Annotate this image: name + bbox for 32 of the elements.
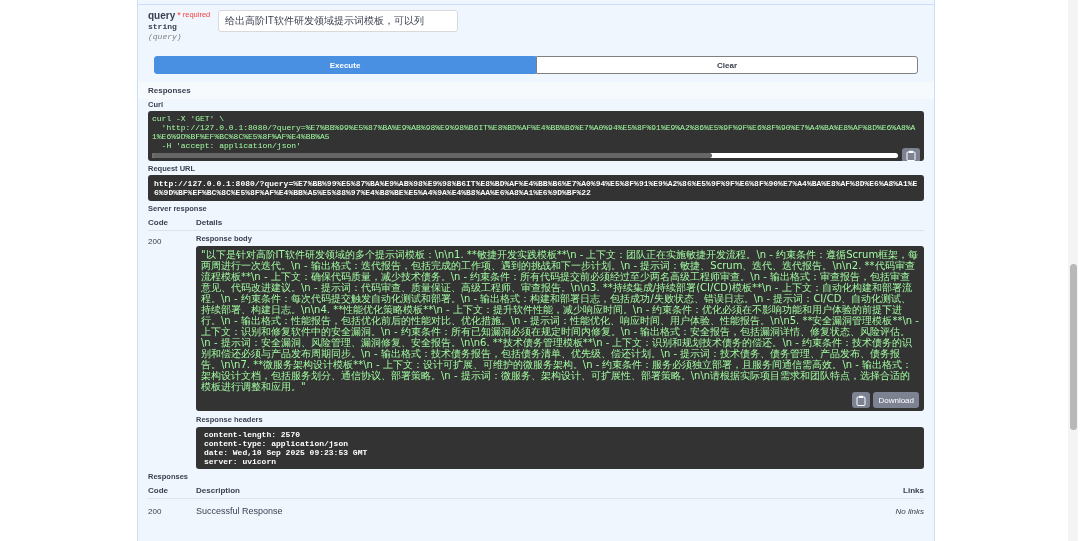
- column-header: Links: [903, 486, 924, 495]
- links-text: No links: [895, 507, 924, 516]
- header-line: content-type: application/json: [204, 439, 350, 448]
- header-line: date: Wed,10 Sep 2025 09:23:53 GMT: [204, 448, 369, 457]
- required-mark: *: [177, 10, 181, 20]
- code-line: -H 'accept: application/json': [160, 141, 302, 150]
- horizontal-scrollbar[interactable]: [152, 153, 898, 158]
- status-code: 200: [148, 506, 163, 516]
- request-url: http://127.0.0.1:8080/?query=%E7%BB%99%E5%87%BA%E9%AB%98%E9%98%B6IT%E8%BD%AF%E4%BB%B6%E7%A0%94%E5%8F%91%E9%A2%86%E5%9F%9F%E6%8F%90%E7%A4%BA%E8%AF%8D%E6%A8%A1%E6%9D%BF%EF%BC%8C%E5%8F%AF%E4%BB%A5%E5%88%97%E4%B8%BE%E5%A4%9A%E4%B8%AA%E6%A8%A1%E6%9D%BF%22: [154, 179, 918, 197]
- copy-icon: [856, 394, 867, 406]
- column-header: Description: [196, 486, 241, 495]
- header-line: content-length: 2570: [204, 430, 301, 439]
- copy-button[interactable]: [902, 147, 920, 161]
- query-field[interactable]: 给出高阶IT软件研发领域提示词模板，可以列: [218, 10, 458, 32]
- column-header: Code: [148, 486, 169, 495]
- code-line: 'http://127.0.0.1:8080/?query=%E7%BB%99%E5%87%BA%E9%AB%98%E9%98%B6IT%E8%BD%AF%E4%BB%B6%E7%A0%94%E5%8F%91%E9%A2%86%E5%9F%9F%E6%8F%90%E7%A4%BA%E8%AF%8D%E6%A8%A1%E6%9D%BF%EF%BC%8C%E5%8F%AF%E4%BB%A5: [152, 123, 917, 141]
- copy-button[interactable]: [852, 392, 871, 408]
- copy-icon: [906, 150, 916, 161]
- response-body: "以下是针对高阶IT软件研发领域的多个提示词模板：\n\n1. **敏捷开发实践模板**\n - 上下文：团队正在实施敏捷开发流程。\n - 约束条件：遵循Scrum框架，每两周进行一次迭代。\n - 输出格式：迭代报告，包括完成的工作项、遇到的挑战和下一步计划。\n - 提示词：敏捷、Scrum、迭代、迭代报告。\n\n2. **代码审查流程模板**\n - 上下文：确保代码质量，减少技术债务。\n - 约束条件：所有代码提交前必须经过至少两名高级工程师审查。\n - 输出格式：审查报告，包括审查意见、代码改进建议。\n - 提示词：代码审查、质量保证、高级工程师、审查报告。\n\n3. **持续集成/持续部署(CI/CD)模板**\n - 上下文：自动化构建和部署流程。\n - 约束条件：每次代码提交触发自动化测试和部署。\n - 输出格式：构建和部署日志，包括成功/失败状态、错误日志。\n - 提示词：CI/CD、自动化测试、持续部署、构建日志。\n\n4. **性能优化策略模板**\n - 上下文：提升软件性能，减少响应时间。\n - 约束条件：优化必须在不影响功能和用户体验的前提下进行。\n - 输出格式：性能报告，包括优化前后的性能对比、优化措施。\n - 提示词：性能优化、响应时间、用户体验、性能报告。\n\n5. **安全漏洞管理模板**\n - 上下文：识别和修复软件中的安全漏洞。\n - 约束条件：所有已知漏洞必须在规定时间内修复。\n - 输出格式：安全报告，包括漏洞详情、修复状态、风险评估。\n - 提示词：安全漏洞、风险管理、漏洞修复、安全报告。\n\n6. **技术债务管理模板**\n - 上下文：识别和规划技术债务的偿还。\n - 约束条件：技术债务的识别和偿还必须与产品发布周期同步。\n - 输出格式：技术债务报告，包括债务清单、优先级、偿还计划。\n - 提示词：技术债务、债务管理、产品发布、债务报告。\n\n7. **微服务架构设计模板**\n - 上下文：设计可扩展、可维护的微服务架构。\n - 约束条件：服务必须独立部署，且服务间通信需高效。\n - 输出格式：架构设计文档，包括服务划分、通信协议、部署策略。\n - 提示词：微服务、架构设计、可扩展性、部署策略。\n\n请根据实际项目需求和团队特点，选择合适的模板进行调整和应用。": [201, 249, 919, 392]
- vertical-scrollbar[interactable]: [1068, 0, 1078, 541]
- code-line: curl -X 'GET' \: [152, 114, 225, 123]
- parameter-name: query: [148, 10, 176, 21]
- column-header: Code: [148, 218, 169, 227]
- header-line: server: uvicorn: [204, 457, 277, 466]
- download-button[interactable]: Download: [873, 392, 919, 408]
- parameter-location: (query): [148, 32, 183, 41]
- clear-button[interactable]: Clear: [536, 56, 918, 74]
- status-code: 200: [148, 236, 163, 248]
- parameter-type: string: [148, 22, 178, 31]
- response-description: Successful Response: [196, 506, 284, 516]
- column-header: Details: [196, 218, 223, 227]
- section-title: Responses: [148, 86, 192, 95]
